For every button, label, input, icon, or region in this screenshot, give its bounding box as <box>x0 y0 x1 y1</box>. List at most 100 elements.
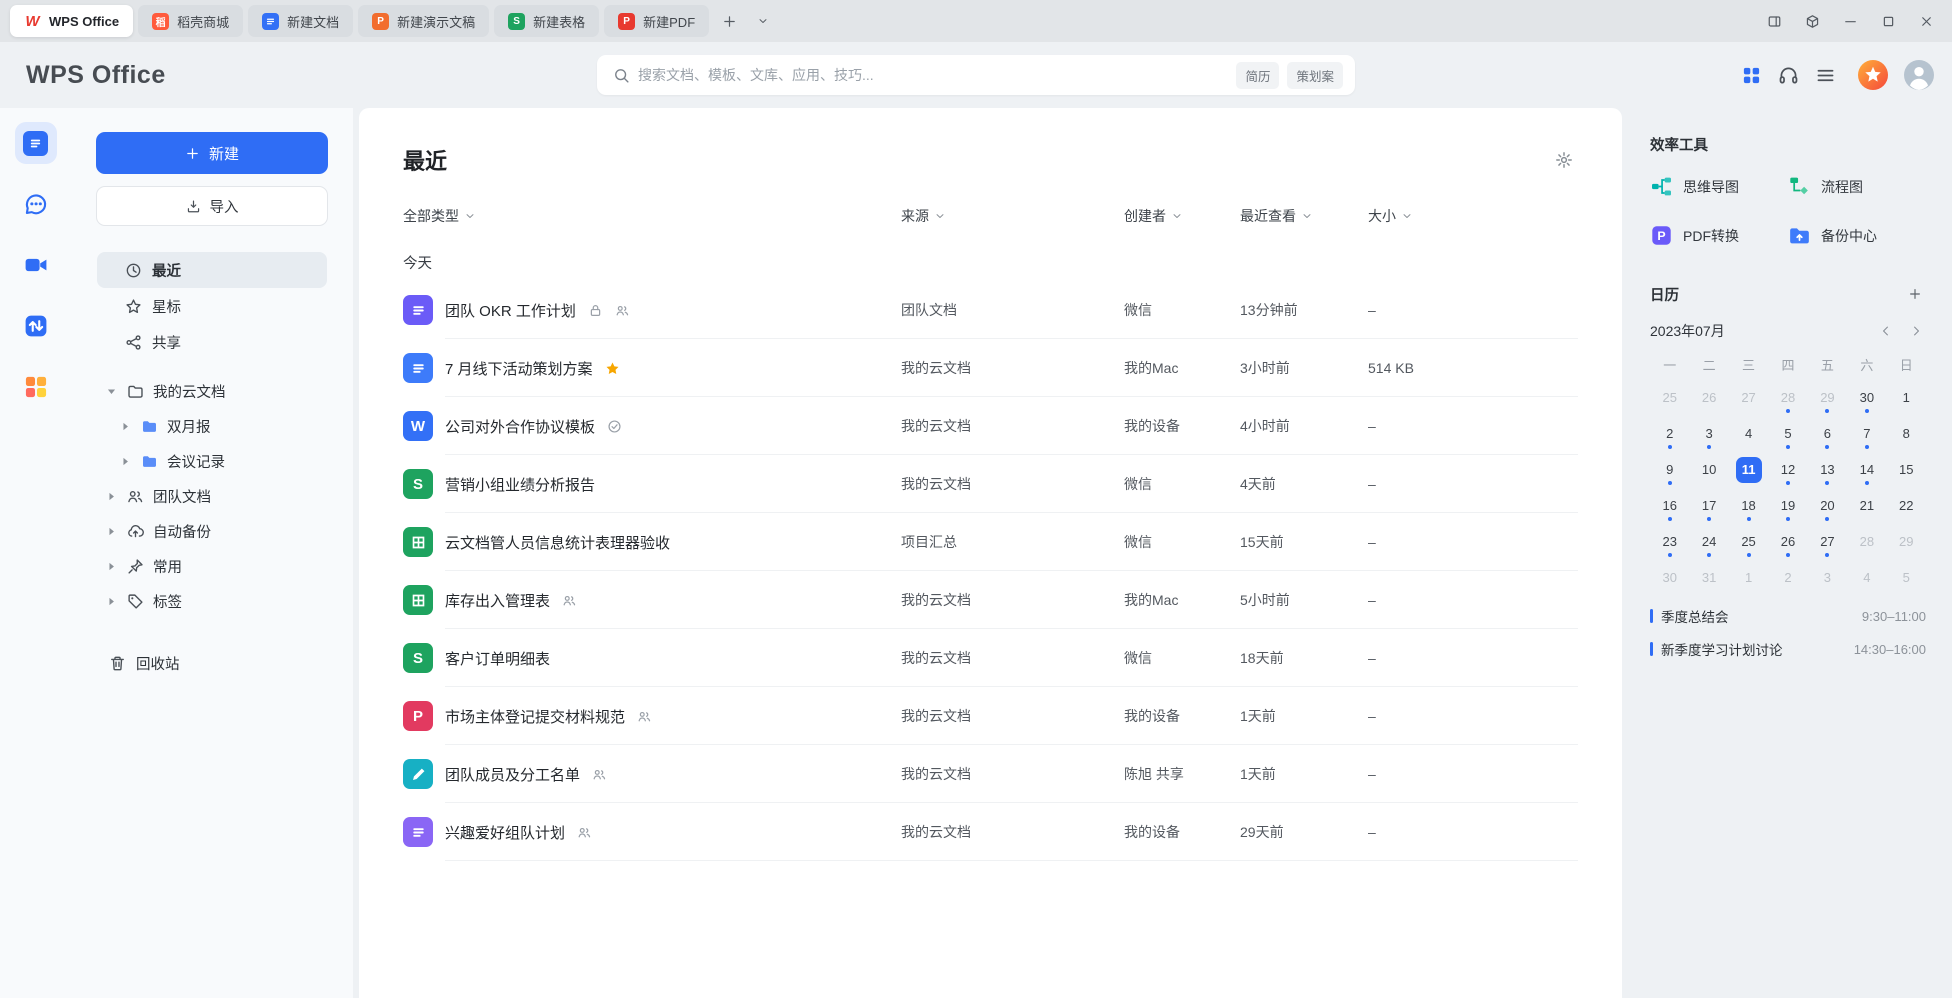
calendar-day[interactable]: 13 <box>1808 454 1847 485</box>
menu-button[interactable] <box>1815 65 1836 86</box>
add-event-button[interactable] <box>1904 283 1926 305</box>
widgets-button[interactable] <box>1796 6 1828 36</box>
calendar-day[interactable]: 18 <box>1729 490 1768 521</box>
rail-item-camera[interactable] <box>15 244 57 286</box>
calendar-day[interactable]: 30 <box>1650 562 1689 593</box>
sidebar-tree-item-team[interactable]: 团队文档 <box>97 479 327 514</box>
calendar-day[interactable]: 29 <box>1887 526 1926 557</box>
caret-right-icon[interactable] <box>105 595 118 608</box>
calendar-day-selected[interactable]: 11 <box>1729 454 1768 485</box>
calendar-event[interactable]: 季度总结会9:30–11:00 <box>1650 606 1926 626</box>
filter-type[interactable]: 全部类型 <box>403 206 901 226</box>
tab-pdf[interactable]: P新建PDF <box>604 5 709 37</box>
calendar-day[interactable]: 22 <box>1887 490 1926 521</box>
calendar-day[interactable]: 25 <box>1650 382 1689 413</box>
prev-month-button[interactable] <box>1876 321 1896 341</box>
tab-writer[interactable]: 新建文档 <box>248 5 353 37</box>
calendar-day[interactable]: 16 <box>1650 490 1689 521</box>
calendar-day[interactable]: 3 <box>1689 418 1728 449</box>
caret-down-icon[interactable] <box>105 385 118 398</box>
file-row[interactable]: 7 月线下活动策划方案我的云文档我的Mac3小时前514 KB <box>403 339 1578 397</box>
file-row[interactable]: S客户订单明细表我的云文档微信18天前– <box>403 629 1578 687</box>
calendar-day[interactable]: 14 <box>1847 454 1886 485</box>
calendar-day[interactable]: 21 <box>1847 490 1886 521</box>
search-tag-resume[interactable]: 简历 <box>1236 62 1279 89</box>
calendar-day[interactable]: 27 <box>1808 526 1847 557</box>
calendar-day[interactable]: 10 <box>1689 454 1728 485</box>
file-row[interactable]: 兴趣爱好组队计划我的云文档我的设备29天前– <box>403 803 1578 861</box>
sidebar-item-share[interactable]: 共享 <box>97 324 327 360</box>
rail-item-apps[interactable] <box>15 366 57 408</box>
sidebar-tree-item-frequent[interactable]: 常用 <box>97 549 327 584</box>
calendar-day[interactable]: 19 <box>1768 490 1807 521</box>
filter-viewed[interactable]: 最近查看 <box>1240 206 1368 226</box>
calendar-day[interactable]: 17 <box>1689 490 1728 521</box>
calendar-day[interactable]: 28 <box>1847 526 1886 557</box>
calendar-day[interactable]: 27 <box>1729 382 1768 413</box>
calendar-day[interactable]: 4 <box>1847 562 1886 593</box>
tool-mindmap[interactable]: 思维导图 <box>1650 175 1788 198</box>
calendar-day[interactable]: 29 <box>1808 382 1847 413</box>
caret-right-icon[interactable] <box>105 525 118 538</box>
caret-right-icon[interactable] <box>119 420 132 433</box>
sidebar-tree-item-backup[interactable]: 自动备份 <box>97 514 327 549</box>
sidebar-item-clock[interactable]: 最近 <box>97 252 327 288</box>
calendar-day[interactable]: 9 <box>1650 454 1689 485</box>
calendar-day[interactable]: 24 <box>1689 526 1728 557</box>
calendar-day[interactable]: 5 <box>1768 418 1807 449</box>
file-row[interactable]: P市场主体登记提交材料规范我的云文档我的设备1天前– <box>403 687 1578 745</box>
caret-right-icon[interactable] <box>119 455 132 468</box>
calendar-event[interactable]: 新季度学习计划讨论14:30–16:00 <box>1650 639 1926 659</box>
file-row[interactable]: 库存出入管理表我的云文档我的Mac5小时前– <box>403 571 1578 629</box>
calendar-day[interactable]: 15 <box>1887 454 1926 485</box>
calendar-day[interactable]: 2 <box>1650 418 1689 449</box>
sidebar-tree-item-tags[interactable]: 标签 <box>97 584 327 619</box>
calendar-day[interactable]: 12 <box>1768 454 1807 485</box>
search-tag-plan[interactable]: 策划案 <box>1287 62 1343 89</box>
search-bar[interactable]: 简历 策划案 <box>597 55 1355 95</box>
calendar-day[interactable]: 23 <box>1650 526 1689 557</box>
calendar-day[interactable]: 7 <box>1847 418 1886 449</box>
filter-size[interactable]: 大小 <box>1368 206 1578 226</box>
calendar-day[interactable]: 31 <box>1689 562 1728 593</box>
calendar-day[interactable]: 6 <box>1808 418 1847 449</box>
minimize-button[interactable] <box>1834 6 1866 36</box>
import-button[interactable]: 导入 <box>96 186 328 226</box>
vip-badge-icon[interactable] <box>1858 60 1888 90</box>
calendar-day[interactable]: 30 <box>1847 382 1886 413</box>
calendar-day[interactable]: 20 <box>1808 490 1847 521</box>
calendar-day[interactable]: 3 <box>1808 562 1847 593</box>
tool-pdf-tool[interactable]: PPDF转换 <box>1650 224 1788 247</box>
search-input[interactable] <box>638 67 1228 83</box>
calendar-day[interactable]: 25 <box>1729 526 1768 557</box>
filter-source[interactable]: 来源 <box>901 206 1124 226</box>
maximize-button[interactable] <box>1872 6 1904 36</box>
tool-flowchart[interactable]: 流程图 <box>1788 175 1926 198</box>
file-row[interactable]: S营销小组业绩分析报告我的云文档微信4天前– <box>403 455 1578 513</box>
new-tab-button[interactable] <box>715 7 743 35</box>
tab-wps[interactable]: WWPS Office <box>10 5 133 37</box>
new-document-button[interactable]: 新建 <box>96 132 328 174</box>
filter-creator[interactable]: 创建者 <box>1124 206 1240 226</box>
settings-button[interactable] <box>1550 146 1578 174</box>
file-row[interactable]: W公司对外合作协议模板我的云文档我的设备4小时前– <box>403 397 1578 455</box>
sidebar-item-trash[interactable]: 回收站 <box>97 645 327 681</box>
tab-docer[interactable]: 稻稻壳商城 <box>138 5 243 37</box>
calendar-day[interactable]: 26 <box>1689 382 1728 413</box>
caret-right-icon[interactable] <box>105 560 118 573</box>
sidebar-folder-item[interactable]: 会议记录 <box>97 444 327 479</box>
file-row[interactable]: 团队 OKR 工作计划团队文档微信13分钟前– <box>403 281 1578 339</box>
tool-backup-tool[interactable]: 备份中心 <box>1788 224 1926 247</box>
close-button[interactable] <box>1910 6 1942 36</box>
tab-sheet[interactable]: S新建表格 <box>494 5 599 37</box>
calendar-day[interactable]: 1 <box>1887 382 1926 413</box>
rail-item-transfer[interactable] <box>15 305 57 347</box>
panel-button[interactable] <box>1758 6 1790 36</box>
file-row[interactable]: 云文档管人员信息统计表理器验收项目汇总微信15天前– <box>403 513 1578 571</box>
calendar-day[interactable]: 5 <box>1887 562 1926 593</box>
calendar-day[interactable]: 26 <box>1768 526 1807 557</box>
calendar-day[interactable]: 8 <box>1887 418 1926 449</box>
tab-ppt[interactable]: P新建演示文稿 <box>358 5 489 37</box>
caret-right-icon[interactable] <box>105 490 118 503</box>
calendar-day[interactable]: 2 <box>1768 562 1807 593</box>
